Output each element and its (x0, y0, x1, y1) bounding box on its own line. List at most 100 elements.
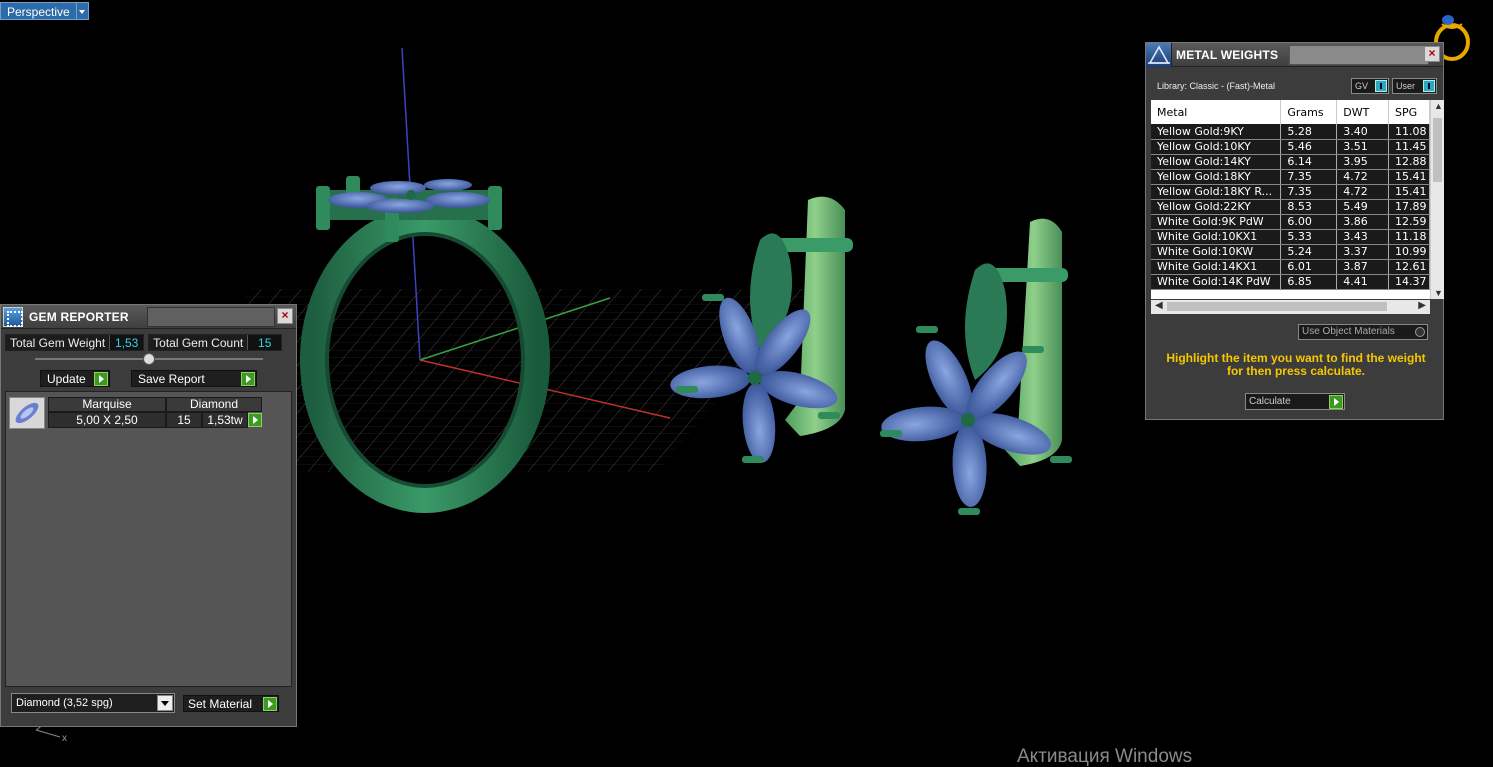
play-arrow-icon (94, 372, 108, 386)
scroll-thumb[interactable] (1167, 302, 1387, 311)
column-header-spg[interactable]: SPG (1388, 100, 1430, 124)
activation-watermark: Активация Windows (1017, 746, 1193, 767)
gem-material: Diamond (166, 397, 262, 412)
instruction-text: Highlight the item you want to find the … (1166, 351, 1426, 378)
gem-row[interactable]: Marquise Diamond 5,00 X 2,50 15 1,53tw (9, 397, 262, 429)
scroll-right-icon[interactable]: ▶ (1418, 300, 1426, 311)
table-row[interactable]: Yellow Gold:22KY 8.53 5.49 17.89 (1151, 199, 1430, 215)
unit-select-user[interactable]: User (1392, 78, 1437, 94)
horizontal-scrollbar[interactable]: ◀ ▶ (1151, 300, 1430, 314)
total-gem-count-label: Total Gem Count (149, 335, 248, 350)
update-button[interactable]: Update (40, 370, 110, 387)
titlebar-fill (147, 307, 275, 327)
set-material-button[interactable]: Set Material (183, 695, 279, 712)
unit-select-user-label: User (1396, 81, 1416, 91)
dwt-cell: 5.49 (1336, 199, 1389, 215)
total-gem-weight: Total Gem Weight 1,53 (5, 334, 145, 351)
spg-cell: 11.18 (1388, 229, 1430, 245)
use-object-materials-toggle[interactable]: Use Object Materials (1298, 324, 1428, 340)
dwt-cell: 3.43 (1336, 229, 1389, 245)
play-arrow-icon[interactable] (248, 413, 262, 427)
table-row[interactable]: White Gold:14KX1 6.01 3.87 12.61 (1151, 259, 1430, 275)
save-report-button-label: Save Report (138, 372, 205, 386)
close-icon[interactable]: × (1424, 46, 1440, 62)
chevron-down-icon[interactable] (76, 2, 89, 20)
spg-cell: 12.88 (1388, 154, 1430, 170)
grams-cell: 6.00 (1280, 214, 1338, 230)
metal-weights-panel: METAL WEIGHTS × Library: Classic - (Fast… (1145, 42, 1444, 420)
column-header-metal[interactable]: Metal (1151, 100, 1282, 124)
gem-count: 15 (166, 412, 202, 428)
vertical-scrollbar[interactable]: ▲ ▼ (1430, 100, 1444, 299)
view-label[interactable]: Perspective (0, 2, 77, 20)
earring-right-model[interactable] (880, 218, 1072, 515)
table-row[interactable]: Yellow Gold:18KY R... 7.35 4.72 15.41 (1151, 184, 1430, 200)
scroll-thumb[interactable] (1433, 118, 1442, 182)
dwt-cell: 4.72 (1336, 184, 1389, 200)
grams-cell: 5.33 (1280, 229, 1338, 245)
total-gem-count: Total Gem Count 15 (148, 334, 283, 351)
unit-select-gv[interactable]: GV (1351, 78, 1389, 94)
play-arrow-icon (241, 372, 255, 386)
metal-table: Metal Grams DWT SPG Yellow Gold:9KY 5.28 3… (1151, 100, 1430, 299)
grams-cell: 7.35 (1280, 184, 1338, 200)
view-selector[interactable]: Perspective (0, 2, 89, 20)
marquise-gem-icon (9, 397, 45, 429)
metal-weights-titlebar[interactable]: METAL WEIGHTS × (1146, 43, 1443, 67)
material-select-value: Diamond (3,52 spg) (16, 697, 113, 709)
grams-cell: 5.24 (1280, 244, 1338, 260)
close-icon[interactable]: × (277, 308, 293, 324)
gem-weight: 1,53tw (202, 412, 248, 428)
play-arrow-icon (1329, 394, 1343, 409)
metal-name-cell: Yellow Gold:9KY (1151, 124, 1282, 140)
table-row[interactable]: Yellow Gold:10KY 5.46 3.51 11.45 (1151, 139, 1430, 155)
table-row[interactable]: Yellow Gold:14KY 6.14 3.95 12.88 (1151, 154, 1430, 170)
metal-name-cell: White Gold:14KX1 (1151, 259, 1282, 275)
spg-cell: 11.45 (1388, 139, 1430, 155)
metal-name-cell: Yellow Gold:14KY (1151, 154, 1282, 170)
spg-cell: 15.41 (1388, 169, 1430, 185)
slider-knob[interactable] (143, 353, 155, 365)
splitter-slider[interactable] (35, 353, 263, 365)
gem-reporter-panel: GEM REPORTER × Total Gem Weight 1,53 Tot… (0, 304, 297, 727)
metal-name-cell: White Gold:10KX1 (1151, 229, 1282, 245)
column-header-grams[interactable]: Grams (1280, 100, 1338, 124)
total-gem-count-value: 15 (247, 335, 282, 350)
column-header-dwt[interactable]: DWT (1336, 100, 1389, 124)
chevron-down-icon[interactable] (157, 695, 173, 711)
dwt-cell: 3.95 (1336, 154, 1389, 170)
save-report-button[interactable]: Save Report (131, 370, 257, 387)
radio-icon[interactable] (1415, 327, 1425, 337)
table-row[interactable]: White Gold:10KX1 5.33 3.43 11.18 (1151, 229, 1430, 245)
spg-cell: 14.37 (1388, 274, 1430, 290)
dropdown-indicator-icon (1375, 80, 1387, 92)
scroll-down-icon[interactable]: ▼ (1434, 288, 1443, 298)
calculate-button[interactable]: Calculate (1245, 393, 1345, 410)
dwt-cell: 3.51 (1336, 139, 1389, 155)
unit-select-gv-label: GV (1355, 81, 1369, 91)
gem-totals: Total Gem Weight 1,53 Total Gem Count 15 (5, 334, 283, 351)
scroll-left-icon[interactable]: ◀ (1155, 300, 1163, 311)
play-arrow-icon (263, 697, 277, 711)
table-row[interactable]: White Gold:10KW 5.24 3.37 10.99 (1151, 244, 1430, 260)
table-row[interactable]: White Gold:14K PdW 6.85 4.41 14.37 (1151, 274, 1430, 290)
total-gem-weight-value: 1,53 (109, 335, 144, 350)
scroll-up-icon[interactable]: ▲ (1434, 101, 1443, 111)
spg-cell: 12.61 (1388, 259, 1430, 275)
gem-shape: Marquise (48, 397, 166, 412)
grams-cell: 5.46 (1280, 139, 1338, 155)
update-button-label: Update (47, 372, 86, 386)
table-row[interactable]: Yellow Gold:9KY 5.28 3.40 11.08 (1151, 124, 1430, 140)
table-row[interactable]: Yellow Gold:18KY 7.35 4.72 15.41 (1151, 169, 1430, 185)
metal-weights-title: METAL WEIGHTS (1176, 47, 1279, 62)
material-select[interactable]: Diamond (3,52 spg) (11, 693, 175, 713)
gem-reporter-titlebar[interactable]: GEM REPORTER × (1, 305, 296, 329)
table-row[interactable]: White Gold:9K PdW 6.00 3.86 12.59 (1151, 214, 1430, 230)
grams-cell: 6.85 (1280, 274, 1338, 290)
spg-cell: 10.99 (1388, 244, 1430, 260)
dwt-cell: 3.40 (1336, 124, 1389, 140)
scale-icon (1146, 43, 1172, 67)
spg-cell: 12.59 (1388, 214, 1430, 230)
axis-triad-x-label: x (62, 733, 67, 744)
dwt-cell: 4.41 (1336, 274, 1389, 290)
